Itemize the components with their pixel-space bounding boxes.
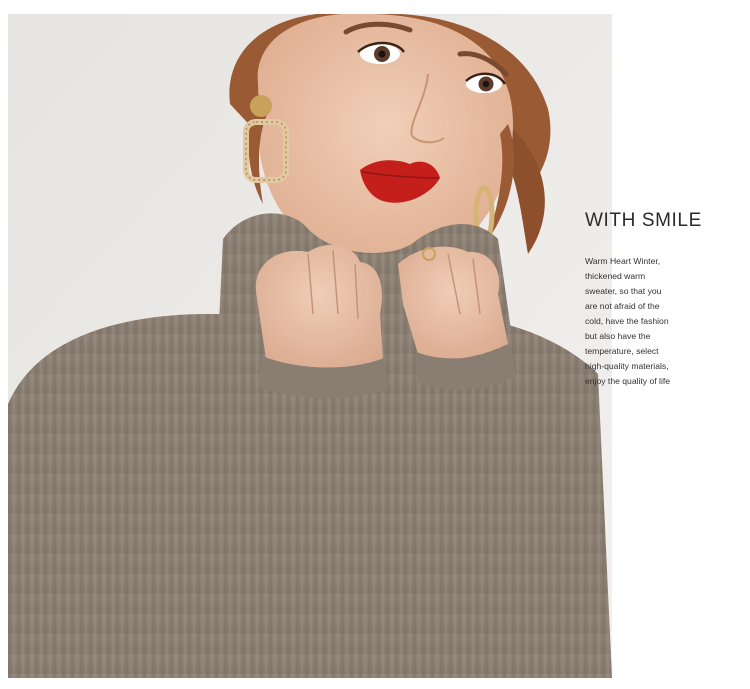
description-line: sweater, so that you <box>585 286 662 296</box>
description-line: temperature, select <box>585 346 659 356</box>
description-line: cold, have the fashion <box>585 316 669 326</box>
description-text: Warm Heart Winter, thickened warm sweate… <box>585 254 735 389</box>
description-line: are not afraid of the <box>585 301 660 311</box>
description-line: thickened warm <box>585 271 646 281</box>
description-line: but also have the <box>585 331 651 341</box>
promo-copy: WITH SMILE Warm Heart Winter, thickened … <box>585 210 735 389</box>
headline: WITH SMILE <box>585 210 702 231</box>
description-line: Warm Heart Winter, <box>585 256 661 266</box>
description-line: enjoy the quality of life <box>585 376 671 386</box>
description-line: high-quality materials, <box>585 361 669 371</box>
model-illustration <box>8 14 612 678</box>
product-photo <box>8 14 612 678</box>
